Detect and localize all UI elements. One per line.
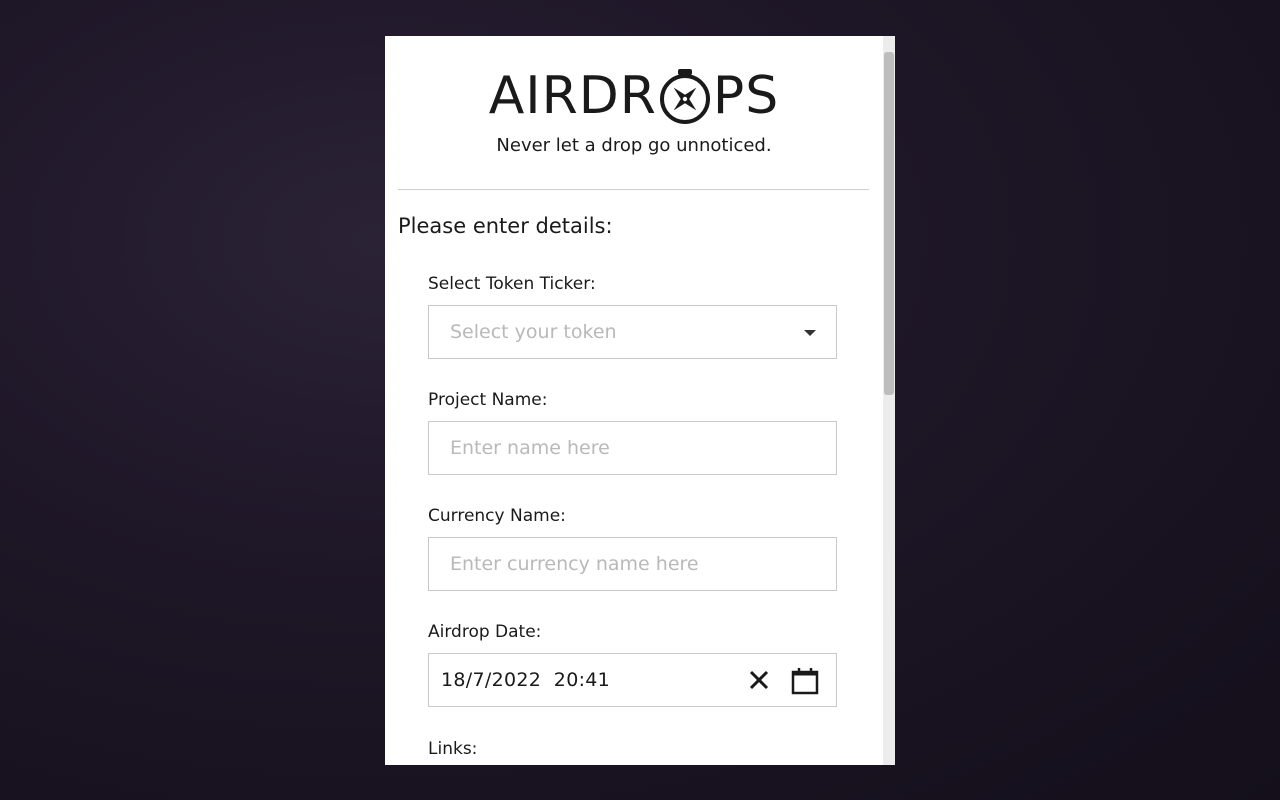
currency-name-input[interactable] — [429, 538, 836, 590]
project-name-field-box — [428, 421, 837, 475]
scrollbar-thumb[interactable] — [884, 52, 894, 395]
token-select[interactable]: Select your token — [428, 305, 837, 359]
header-divider — [398, 189, 869, 190]
links-label: Links: — [428, 739, 478, 759]
close-icon[interactable] — [746, 667, 772, 693]
token-select-placeholder: Select your token — [450, 321, 617, 343]
project-name-label: Project Name: — [428, 390, 548, 410]
chevron-down-icon[interactable] — [804, 330, 816, 336]
airdrop-date-input[interactable]: 18/7/2022 20:41 — [428, 653, 837, 707]
form-title: Please enter details: — [398, 214, 613, 238]
extension-popup: AIRDR PS Never let a drop go unnoticed. — [385, 36, 895, 765]
logo-text-prefix: AIRDR — [488, 66, 657, 126]
scrollbar-track[interactable] — [883, 36, 895, 765]
app-logo: AIRDR PS — [489, 66, 780, 126]
calendar-icon[interactable] — [791, 667, 819, 695]
token-label: Select Token Ticker: — [428, 274, 596, 294]
currency-name-field-box — [428, 537, 837, 591]
popup-content: AIRDR PS Never let a drop go unnoticed. — [385, 36, 883, 765]
tagline: Never let a drop go unnoticed. — [496, 135, 772, 156]
project-name-input[interactable] — [429, 422, 836, 474]
compass-icon — [658, 66, 712, 126]
airdrop-date-value: 18/7/2022 20:41 — [441, 669, 611, 691]
airdrop-date-label: Airdrop Date: — [428, 622, 542, 642]
logo-text-suffix: PS — [712, 66, 780, 126]
currency-name-label: Currency Name: — [428, 506, 566, 526]
header: AIRDR PS Never let a drop go unnoticed. — [385, 36, 883, 156]
